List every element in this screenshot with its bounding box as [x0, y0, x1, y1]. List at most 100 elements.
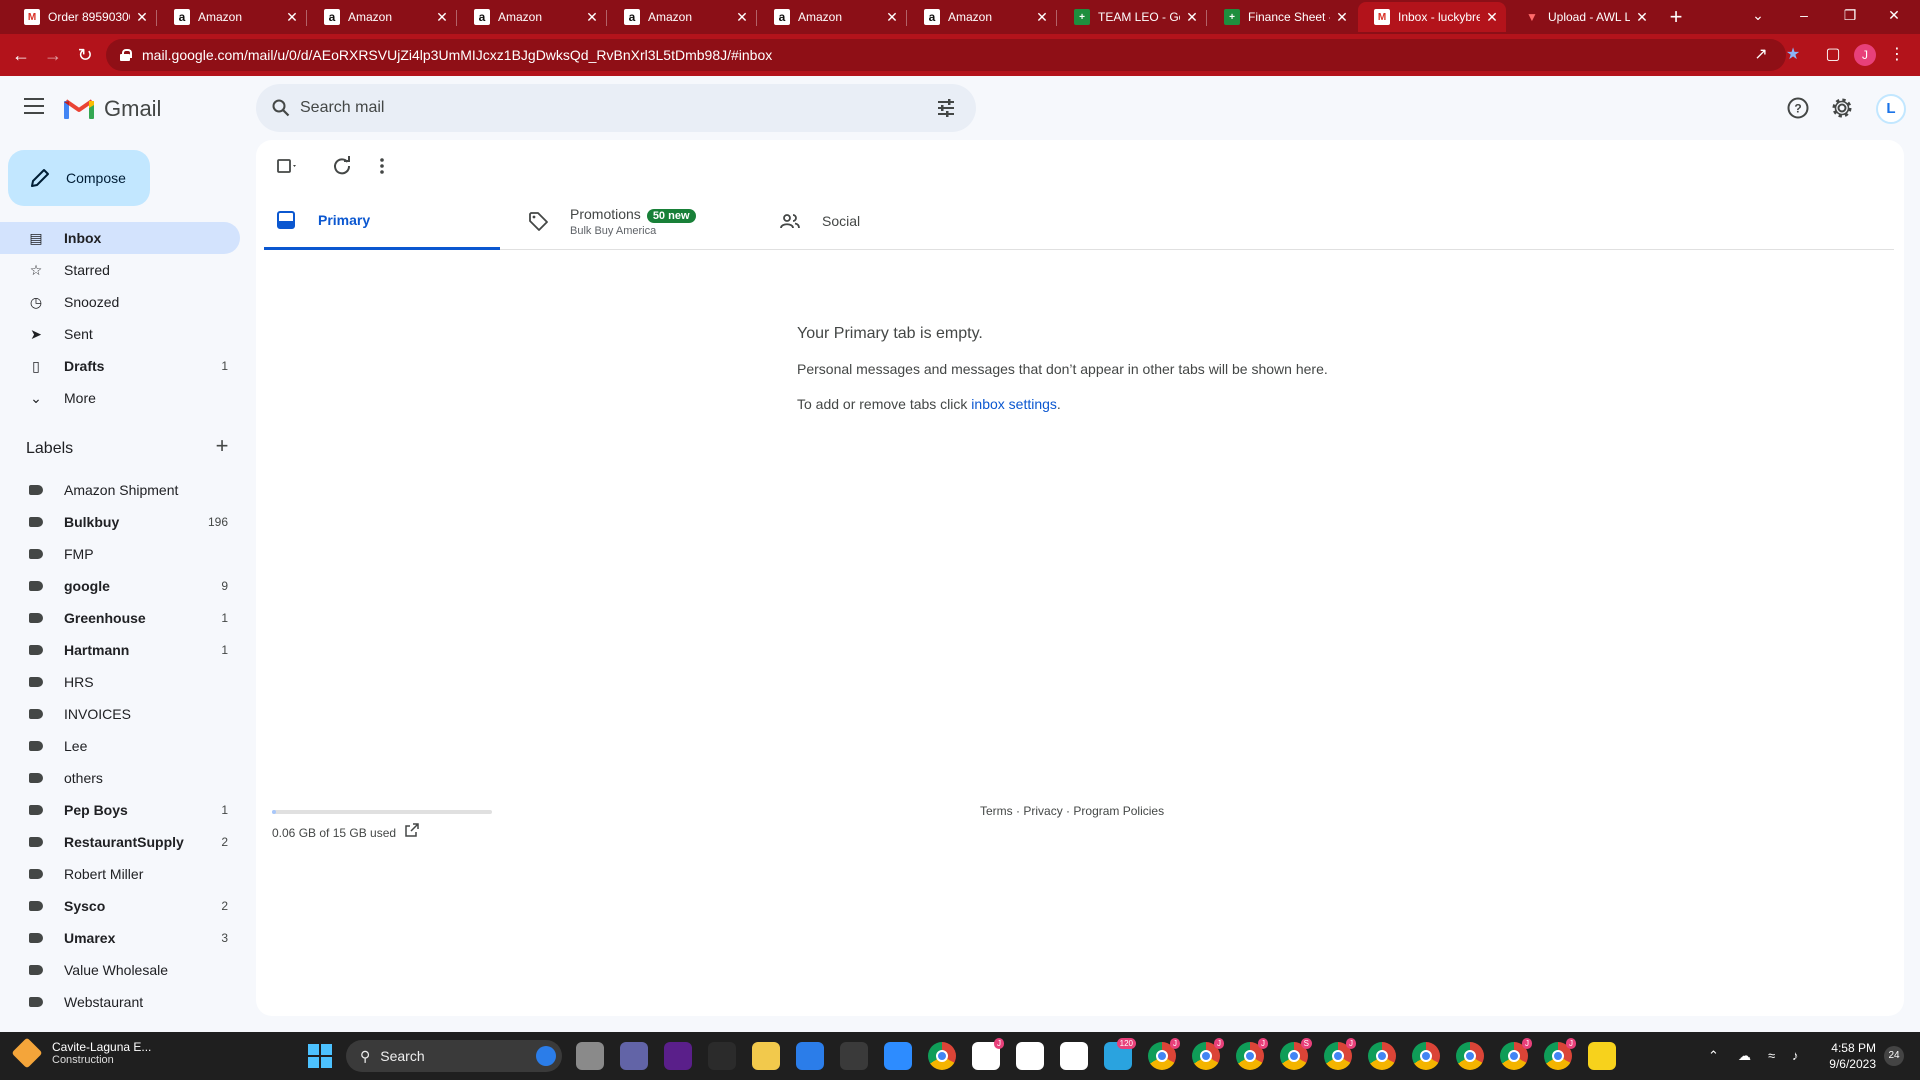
label-item[interactable]: Greenhouse 1	[0, 602, 240, 634]
browser-tab[interactable]: a Amazon ✕	[758, 2, 906, 32]
chrome-icon[interactable]: J	[1236, 1038, 1268, 1070]
terms-link[interactable]: Terms	[980, 804, 1013, 818]
sidebar-item-sent[interactable]: ➤ Sent	[0, 318, 240, 350]
next-app-icon[interactable]	[664, 1042, 692, 1070]
label-item[interactable]: Umarex 3	[0, 922, 240, 954]
gmail-wordmark[interactable]: Gmail	[104, 96, 161, 122]
new-tab-button[interactable]: +	[1662, 4, 1690, 30]
calculator-icon[interactable]	[840, 1042, 868, 1070]
photos-icon[interactable]	[708, 1042, 736, 1070]
folder-icon[interactable]	[752, 1042, 780, 1070]
bookmark-star-icon[interactable]: ★	[1782, 44, 1804, 66]
help-icon[interactable]: ?	[1786, 96, 1810, 120]
chrome-icon[interactable]: J	[1544, 1038, 1576, 1070]
sidebar-item-more[interactable]: ⌄ More	[0, 382, 240, 414]
telegram-icon[interactable]: 120	[1104, 1038, 1136, 1070]
label-item[interactable]: Bulkbuy 196	[0, 506, 240, 538]
sidebar-item-snoozed[interactable]: ◷ Snoozed	[0, 286, 240, 318]
show-hidden-icons-chevron[interactable]: ⌃	[1708, 1048, 1719, 1064]
label-item[interactable]: Sysco 2	[0, 890, 240, 922]
sticky-notes-icon[interactable]	[1588, 1042, 1616, 1070]
minimize-icon[interactable]: –	[1782, 0, 1826, 30]
close-tab-icon[interactable]: ✕	[1184, 9, 1200, 26]
browser-tab[interactable]: a Amazon ✕	[908, 2, 1056, 32]
label-item[interactable]: INVOICES	[0, 698, 240, 730]
weather-widget[interactable]: Cavite-Laguna E... Construction	[11, 1037, 151, 1069]
browser-tab[interactable]: + Finance Sheet - ✕	[1208, 2, 1356, 32]
browser-tab[interactable]: M Inbox - luckybre ✕	[1358, 2, 1506, 32]
compose-button[interactable]: Compose	[8, 150, 150, 206]
label-item[interactable]: Pep Boys 1	[0, 794, 240, 826]
chrome-icon[interactable]	[928, 1042, 956, 1070]
close-tab-icon[interactable]: ✕	[284, 9, 300, 26]
search-options-icon[interactable]	[936, 98, 956, 118]
search-icon[interactable]	[272, 99, 290, 117]
chrome-icon[interactable]: J	[1500, 1038, 1532, 1070]
label-item[interactable]: Amazon Shipment	[0, 474, 240, 506]
browser-profile-avatar[interactable]: J	[1854, 44, 1876, 66]
browser-tab[interactable]: M Order 895903005 ✕	[8, 2, 156, 32]
close-tab-icon[interactable]: ✕	[1334, 9, 1350, 26]
teams-icon[interactable]	[620, 1042, 648, 1070]
label-item[interactable]: Value Wholesale	[0, 954, 240, 986]
address-bar[interactable]: mail.google.com/mail/u/0/d/AEoRXRSVUjZi4…	[106, 39, 1786, 71]
onedrive-cloud-icon[interactable]: ☁	[1738, 1048, 1751, 1064]
select-all-checkbox-icon[interactable]	[274, 154, 298, 178]
search-input[interactable]	[300, 84, 900, 132]
label-item[interactable]: RestaurantSupply 2	[0, 826, 240, 858]
back-icon[interactable]: ←	[8, 42, 34, 68]
sidebar-item-drafts[interactable]: ▯ Drafts 1	[0, 350, 240, 382]
start-menu-icon[interactable]	[308, 1044, 332, 1068]
sidebar-item-inbox[interactable]: ▤ Inbox	[0, 222, 240, 254]
close-tab-icon[interactable]: ✕	[134, 9, 150, 26]
wifi-icon[interactable]: ≈	[1768, 1048, 1775, 1063]
slack-icon[interactable]	[1060, 1042, 1088, 1070]
chrome-icon[interactable]: J	[1324, 1038, 1356, 1070]
browser-tab[interactable]: a Amazon ✕	[458, 2, 606, 32]
close-tab-icon[interactable]: ✕	[884, 9, 900, 26]
chrome-icon[interactable]: S	[1280, 1038, 1312, 1070]
calendar-icon[interactable]	[796, 1042, 824, 1070]
tab-primary[interactable]: Primary	[264, 192, 500, 250]
close-tab-icon[interactable]: ✕	[584, 9, 600, 26]
gmail-app-icon[interactable]	[1016, 1042, 1044, 1070]
label-item[interactable]: FMP	[0, 538, 240, 570]
chrome-icon[interactable]	[1412, 1042, 1440, 1070]
file-explorer-task-icon[interactable]	[576, 1042, 604, 1070]
close-tab-icon[interactable]: ✕	[734, 9, 750, 26]
taskbar-clock[interactable]: 4:58 PM 9/6/2023	[1820, 1040, 1876, 1072]
label-item[interactable]: Lee	[0, 730, 240, 762]
chrome-icon[interactable]	[1368, 1042, 1396, 1070]
settings-gear-icon[interactable]	[1830, 96, 1854, 120]
external-link-icon[interactable]	[404, 822, 420, 838]
zoom-icon[interactable]	[884, 1042, 912, 1070]
label-item[interactable]: Hartmann 1	[0, 634, 240, 666]
label-item[interactable]: google 9	[0, 570, 240, 602]
close-tab-icon[interactable]: ✕	[1634, 9, 1650, 26]
close-tab-icon[interactable]: ✕	[434, 9, 450, 26]
label-item[interactable]: others	[0, 762, 240, 794]
side-panel-icon[interactable]: ▢	[1822, 44, 1844, 66]
forward-icon[interactable]: →	[40, 42, 66, 68]
refresh-icon[interactable]	[330, 154, 354, 178]
main-menu-icon[interactable]	[24, 98, 44, 114]
share-icon[interactable]: ↗	[1750, 44, 1772, 66]
restore-icon[interactable]: ❐	[1828, 0, 1872, 30]
browser-tab[interactable]: + TEAM LEO - Go ✕	[1058, 2, 1206, 32]
close-tab-icon[interactable]: ✕	[1484, 9, 1500, 26]
close-window-icon[interactable]: ✕	[1872, 0, 1916, 30]
add-label-plus-icon[interactable]: +	[212, 435, 232, 457]
sidebar-item-starred[interactable]: ☆ Starred	[0, 254, 240, 286]
label-item[interactable]: Robert Miller	[0, 858, 240, 890]
browser-tab[interactable]: a Amazon ✕	[158, 2, 306, 32]
chrome-icon[interactable]: J	[1192, 1038, 1224, 1070]
browser-tab[interactable]: ▼ Upload - AWL L ✕	[1508, 2, 1656, 32]
tab-promotions[interactable]: Promotions 50 new Bulk Buy America	[516, 192, 752, 250]
taskbar-search[interactable]: ⚲ Search	[346, 1040, 562, 1072]
label-item[interactable]: HRS	[0, 666, 240, 698]
label-item[interactable]: Webstaurant	[0, 986, 240, 1018]
reload-icon[interactable]: ↻	[72, 42, 98, 68]
program-policies-link[interactable]: Program Policies	[1073, 804, 1164, 818]
gmail-app-icon[interactable]: J	[972, 1038, 1004, 1070]
tab-search-icon[interactable]: ⌄	[1736, 0, 1780, 30]
